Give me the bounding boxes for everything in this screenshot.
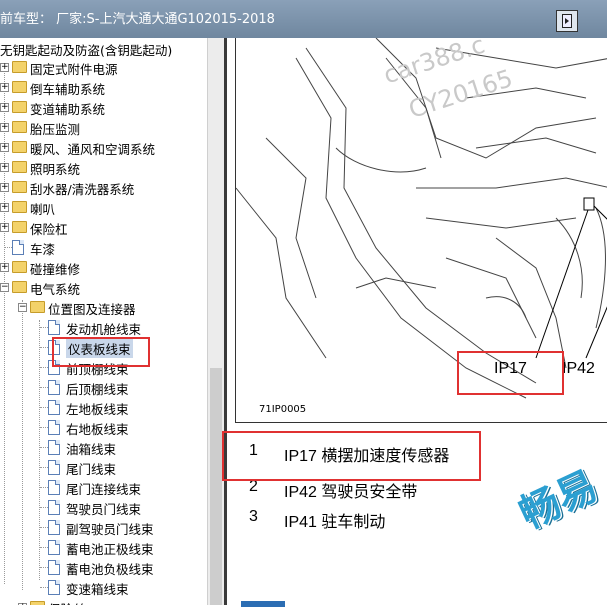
tree-scrollbar[interactable]: [207, 38, 224, 605]
tree-item-label: 左地板线束: [66, 402, 129, 417]
tree-item-label: 蓄电池正极线束: [66, 542, 154, 557]
folder-icon: [12, 221, 27, 233]
callout-ip42: IP42: [562, 360, 595, 377]
tree-item-label: 后顶棚线束: [66, 382, 129, 397]
document-icon: [48, 500, 60, 515]
expand-toggle-icon[interactable]: +: [0, 123, 9, 132]
tree-item-label: 胎压监测: [30, 122, 81, 137]
legend-text: IP41 驻车制动: [284, 514, 386, 531]
folder-icon: [12, 281, 27, 293]
highlight-legend-row: [222, 431, 481, 481]
document-icon: [48, 460, 60, 475]
expand-toggle-icon[interactable]: +: [0, 143, 9, 152]
tree-connector: [39, 320, 40, 580]
figure-id: 71IP0005: [259, 404, 307, 415]
tree-item-label: 车漆: [30, 242, 56, 257]
tree-item-label: 照明系统: [30, 162, 81, 177]
document-icon: [48, 580, 60, 595]
tree-item-label: 发动机舱线束: [66, 322, 142, 337]
document-icon: [48, 440, 60, 455]
tree-item-label: 副驾驶员门线束: [66, 522, 154, 537]
expand-toggle-icon[interactable]: −: [0, 283, 9, 292]
folder-icon: [12, 201, 27, 213]
tree-item-label: 固定式附件电源: [30, 62, 118, 77]
tree-item-label: 位置图及连接器: [48, 302, 136, 317]
folder-icon: [12, 141, 27, 153]
document-viewer: car388.c CY20165 IP17 IP42 71IP0005 1 IP1…: [224, 31, 607, 607]
tree-item-label: 电气系统: [30, 282, 81, 297]
document-icon: [48, 320, 60, 335]
scrollbar-thumb[interactable]: [210, 368, 222, 605]
brand-watermark: 畅易: [512, 462, 605, 539]
toggle-panel-button[interactable]: [556, 10, 578, 32]
expand-toggle-icon[interactable]: +: [0, 183, 9, 192]
window-title: 前车型： 厂家:S-上汽大通大通G102015-2018: [0, 12, 275, 27]
tree-item-label: 变道辅助系统: [30, 102, 106, 117]
tree-item-label: 保险丝: [48, 599, 86, 605]
folder-icon: [12, 181, 27, 193]
document-icon: [48, 380, 60, 395]
toggle-panel-icon: [562, 14, 572, 28]
expand-toggle-icon[interactable]: +: [0, 263, 9, 272]
tree-item-label: 尾门连接线束: [66, 482, 142, 497]
expand-toggle-icon[interactable]: +: [0, 63, 9, 72]
tree-item-label: 喇叭: [30, 202, 56, 217]
folder-icon: [12, 61, 27, 73]
bottom-tab[interactable]: [241, 601, 285, 607]
tree-item-cut[interactable]: 无钥匙起动及防盗(含钥匙起动): [0, 40, 172, 59]
highlight-selected-item: [52, 337, 150, 367]
folder-icon: [12, 101, 27, 113]
expand-toggle-icon[interactable]: +: [0, 163, 9, 172]
document-icon: [48, 520, 60, 535]
folder-icon: [12, 161, 27, 173]
tree-item-label: 油箱线束: [66, 442, 117, 457]
legend-text: IP42 驾驶员安全带: [284, 484, 418, 501]
connector-ip17-marker: [583, 197, 595, 211]
folder-icon: [30, 601, 45, 605]
document-icon: [48, 560, 60, 575]
tree-connector: [22, 300, 23, 590]
tree-item-label: 变速箱线束: [66, 582, 129, 597]
expand-toggle-icon[interactable]: +: [0, 103, 9, 112]
expand-toggle-icon[interactable]: −: [18, 303, 27, 312]
tree-item-label: 右地板线束: [66, 422, 129, 437]
expand-toggle-icon[interactable]: +: [0, 203, 9, 212]
title-bar: 前车型： 厂家:S-上汽大通大通G102015-2018: [0, 0, 607, 38]
expand-toggle-icon[interactable]: +: [0, 83, 9, 92]
tree-item-label: 保险杠: [30, 222, 68, 237]
tree-item-label: 倒车辅助系统: [30, 82, 106, 97]
folder-icon: [30, 301, 45, 313]
tree-item-label: 驾驶员门线束: [66, 502, 142, 517]
legend-number: 3: [249, 508, 258, 525]
expand-toggle-icon[interactable]: +: [0, 223, 9, 232]
navigation-tree: 无钥匙起动及防盗(含钥匙起动) + 固定式附件电源 + 倒车辅助系统 + 变道辅助系统 + 胎…: [0, 38, 207, 605]
tree-item-label: 刮水器/清洗器系统: [30, 182, 135, 197]
folder-icon: [12, 121, 27, 133]
document-icon: [48, 420, 60, 435]
document-icon: [48, 540, 60, 555]
tree-item-label: 暖风、通风和空调系统: [30, 142, 156, 157]
folder-icon: [12, 81, 27, 93]
folder-icon: [12, 261, 27, 273]
document-icon: [48, 480, 60, 495]
document-icon: [48, 400, 60, 415]
tree-item-label: 尾门线束: [66, 462, 117, 477]
tree-item-label: 蓄电池负极线束: [66, 562, 154, 577]
tree-item-label: 碰撞维修: [30, 262, 81, 277]
highlight-ip17-callout: [457, 351, 564, 395]
document-icon: [12, 240, 24, 255]
